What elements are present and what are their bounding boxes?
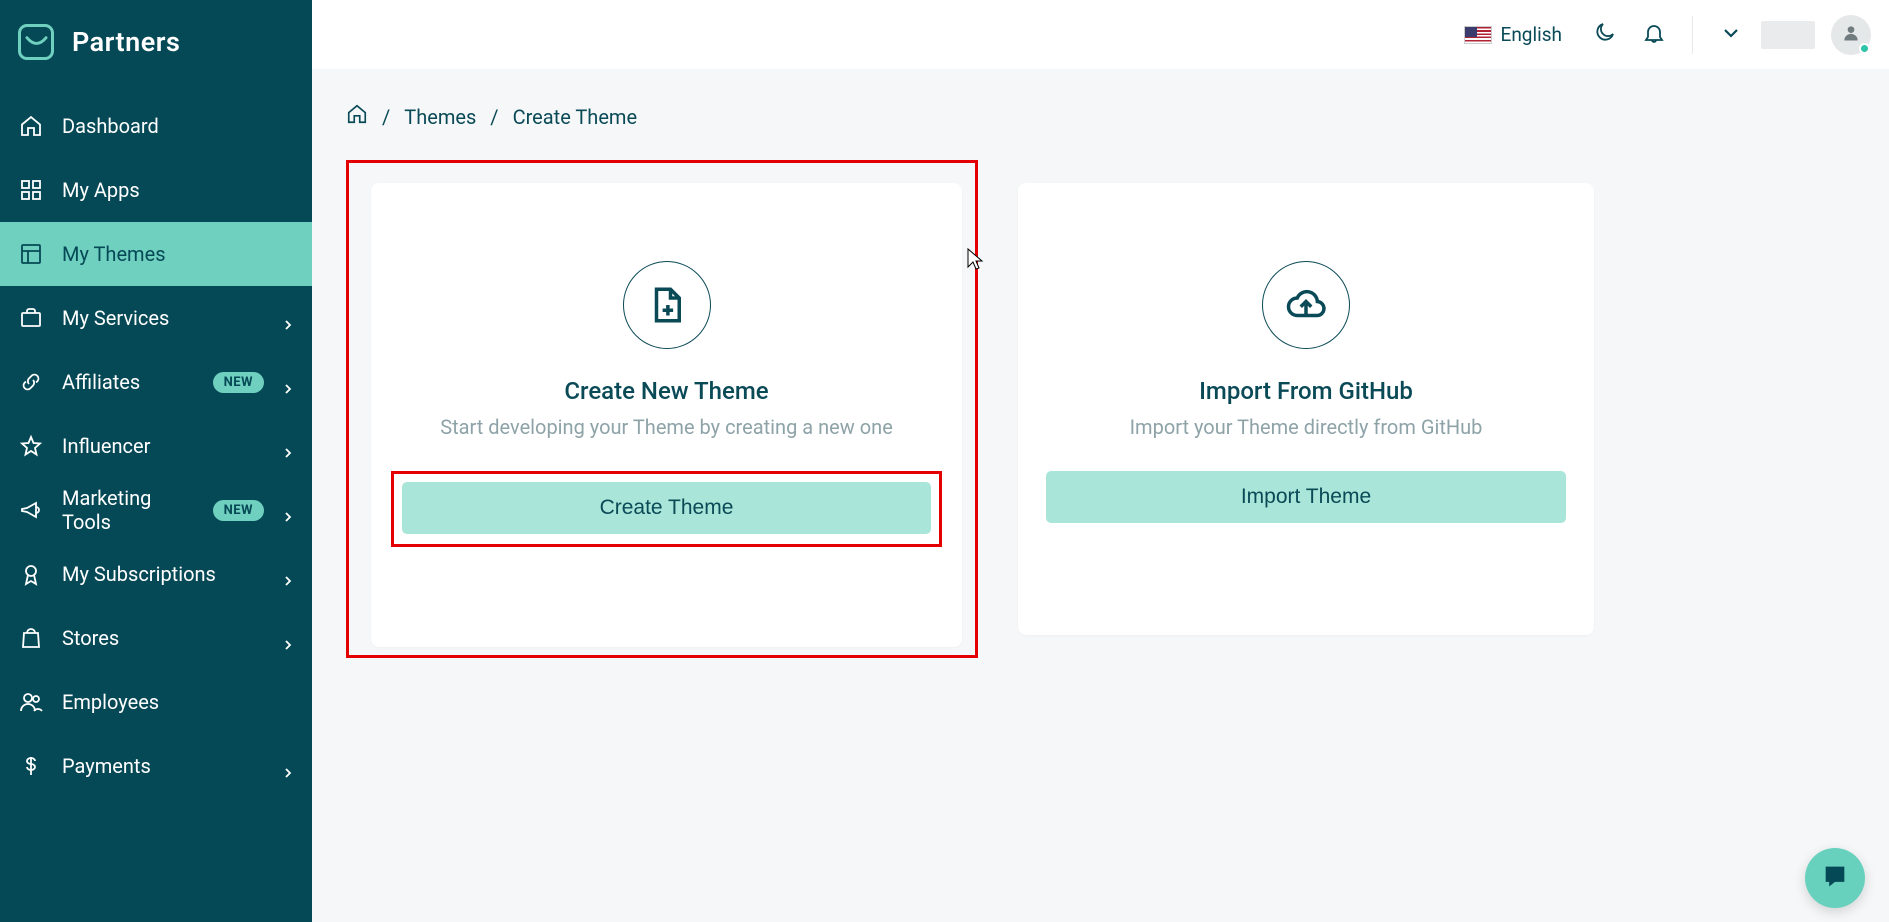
users-icon	[18, 689, 44, 715]
file-plus-icon	[623, 261, 711, 349]
status-online-icon	[1859, 43, 1870, 54]
sidebar-item-label: Stores	[62, 626, 264, 650]
language-label: English	[1501, 23, 1562, 46]
dollar-icon	[18, 753, 44, 779]
sidebar-item-label: Marketing Tools	[62, 486, 195, 534]
sidebar-item-label: Employees	[62, 690, 294, 714]
cards-row: Create New Theme Start developing your T…	[346, 160, 1855, 658]
sidebar-item-label: My Services	[62, 306, 264, 330]
import-theme-card: Import From GitHub Import your Theme dir…	[1018, 183, 1594, 635]
brand: Partners	[0, 0, 312, 94]
dark-mode-toggle[interactable]	[1584, 15, 1624, 55]
sidebar-item-my-themes[interactable]: My Themes	[0, 222, 312, 286]
moon-icon	[1592, 21, 1616, 49]
create-theme-button-highlight: Create Theme	[391, 471, 942, 547]
bell-icon	[1642, 21, 1666, 49]
import-theme-card-wrap: Import From GitHub Import your Theme dir…	[1018, 160, 1594, 658]
account-placeholder	[1761, 21, 1815, 49]
account-dropdown[interactable]	[1711, 15, 1751, 55]
topbar: English	[312, 0, 1889, 69]
megaphone-icon	[18, 497, 44, 523]
sidebar-item-influencer[interactable]: Influencer	[0, 414, 312, 478]
new-badge: NEW	[213, 500, 264, 521]
sidebar-item-employees[interactable]: Employees	[0, 670, 312, 734]
apps-icon	[18, 177, 44, 203]
chevron-right-icon	[282, 632, 294, 644]
user-avatar[interactable]	[1831, 15, 1871, 55]
import-theme-button[interactable]: Import Theme	[1046, 471, 1566, 523]
import-theme-title: Import From GitHub	[1046, 377, 1566, 405]
chevron-right-icon	[282, 504, 294, 516]
language-selector[interactable]: English	[1464, 23, 1574, 46]
sidebar-item-label: My Themes	[62, 242, 294, 266]
main: English	[312, 0, 1889, 922]
brand-title: Partners	[72, 26, 180, 58]
sidebar-item-label: Influencer	[62, 434, 264, 458]
import-theme-button-wrap: Import Theme	[1046, 471, 1566, 523]
chevron-down-icon	[1719, 21, 1743, 49]
home-icon	[346, 106, 368, 130]
sidebar-item-affiliates[interactable]: Affiliates NEW	[0, 350, 312, 414]
award-icon	[18, 561, 44, 587]
breadcrumb-separator: /	[490, 105, 498, 129]
sidebar-item-stores[interactable]: Stores	[0, 606, 312, 670]
brand-logo-icon	[18, 24, 54, 60]
sidebar-item-label: Payments	[62, 754, 264, 778]
briefcase-icon	[18, 305, 44, 331]
breadcrumb-themes[interactable]: Themes	[404, 105, 476, 129]
cursor-icon	[966, 247, 984, 275]
chevron-right-icon	[282, 376, 294, 388]
sidebar-item-label: My Apps	[62, 178, 294, 202]
sidebar-item-my-services[interactable]: My Services	[0, 286, 312, 350]
create-theme-title: Create New Theme	[399, 377, 934, 405]
notifications-button[interactable]	[1634, 15, 1674, 55]
sidebar-item-marketing-tools[interactable]: Marketing Tools NEW	[0, 478, 312, 542]
create-theme-card: Create New Theme Start developing your T…	[371, 183, 962, 647]
import-theme-subtitle: Import your Theme directly from GitHub	[1046, 415, 1566, 439]
home-icon	[18, 113, 44, 139]
breadcrumb: / Themes / Create Theme	[346, 103, 1855, 160]
create-theme-button[interactable]: Create Theme	[402, 482, 931, 534]
sidebar-item-my-apps[interactable]: My Apps	[0, 158, 312, 222]
chat-icon	[1821, 862, 1849, 894]
create-theme-subtitle: Start developing your Theme by creating …	[399, 415, 934, 439]
new-badge: NEW	[213, 372, 264, 393]
layout-icon	[18, 241, 44, 267]
chat-widget[interactable]	[1805, 848, 1865, 908]
breadcrumb-separator: /	[382, 105, 390, 129]
breadcrumb-current: Create Theme	[513, 105, 638, 129]
breadcrumb-home[interactable]	[346, 103, 368, 130]
create-theme-card-highlight: Create New Theme Start developing your T…	[346, 160, 978, 658]
star-icon	[18, 433, 44, 459]
flag-us-icon	[1464, 26, 1492, 44]
sidebar-item-payments[interactable]: Payments	[0, 734, 312, 798]
sidebar-item-dashboard[interactable]: Dashboard	[0, 94, 312, 158]
chevron-right-icon	[282, 312, 294, 324]
page-content: / Themes / Create Theme Create New Theme…	[312, 69, 1889, 658]
sidebar-nav: Dashboard My Apps My Themes My Services	[0, 94, 312, 798]
bag-icon	[18, 625, 44, 651]
chevron-right-icon	[282, 440, 294, 452]
sidebar-item-label: My Subscriptions	[62, 562, 264, 586]
sidebar: Partners Dashboard My Apps My Themes	[0, 0, 312, 922]
link-icon	[18, 369, 44, 395]
chevron-right-icon	[282, 760, 294, 772]
divider	[1692, 16, 1693, 54]
sidebar-item-label: Dashboard	[62, 114, 294, 138]
user-icon	[1841, 23, 1861, 47]
sidebar-item-my-subscriptions[interactable]: My Subscriptions	[0, 542, 312, 606]
sidebar-item-label: Affiliates	[62, 370, 195, 394]
cloud-upload-icon	[1262, 261, 1350, 349]
chevron-right-icon	[282, 568, 294, 580]
